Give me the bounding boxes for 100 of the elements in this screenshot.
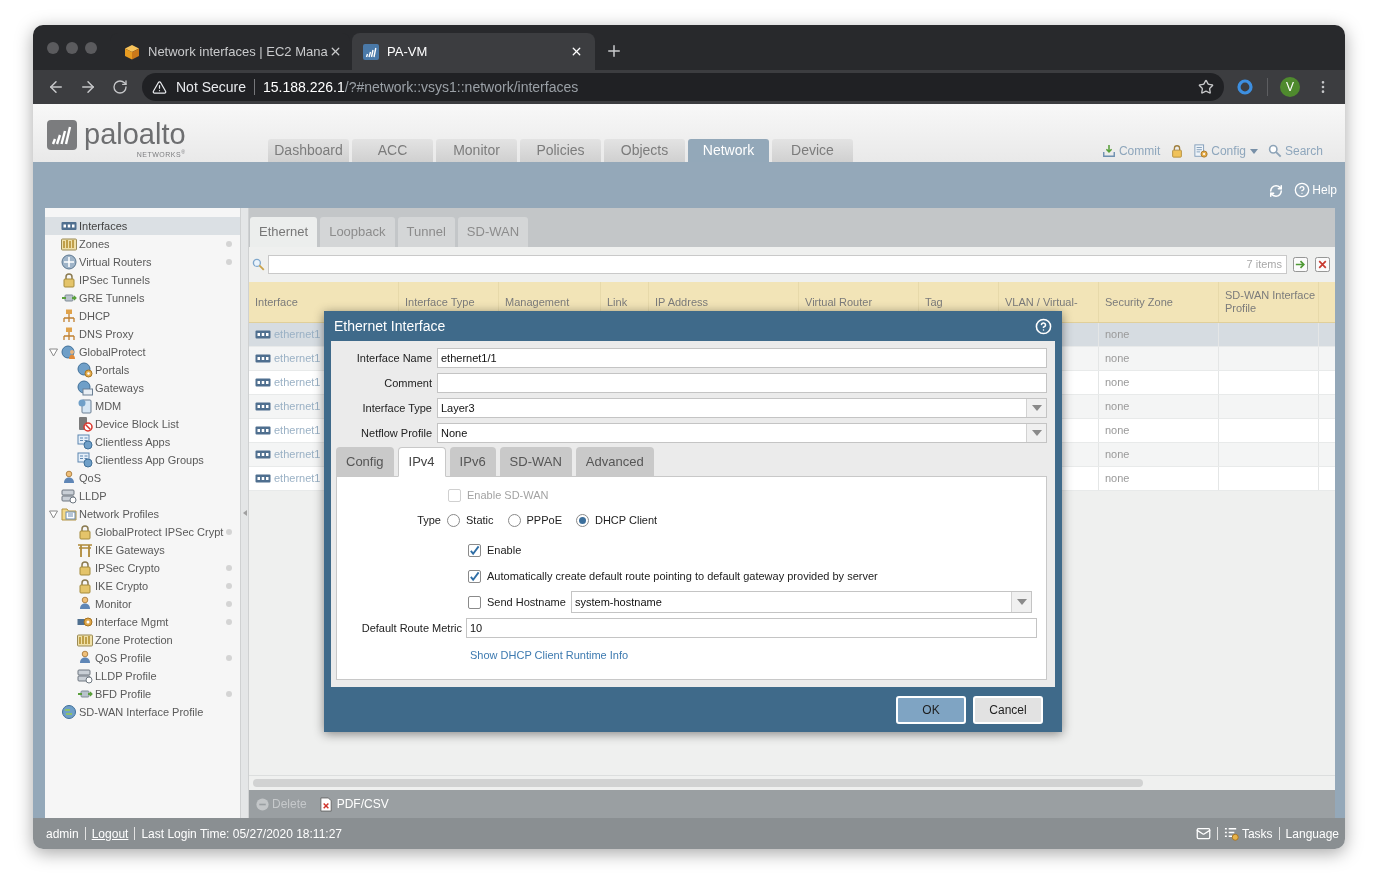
dropdown[interactable]: system-hostname: [571, 591, 1032, 613]
nav-tab[interactable]: Policies: [520, 139, 601, 162]
sidebar-item[interactable]: IKE Gateways: [45, 541, 240, 559]
cube-icon: [124, 43, 140, 60]
ok-button[interactable]: OK: [896, 695, 966, 724]
help-button[interactable]: Help: [1294, 181, 1337, 199]
text-field[interactable]: 10: [466, 618, 1037, 638]
sidebar-item[interactable]: LLDP Profile: [45, 667, 240, 685]
ring-icon[interactable]: [1237, 79, 1253, 95]
sidebar-item[interactable]: SD-WAN Interface Profile: [45, 703, 240, 721]
close-box-icon[interactable]: [1315, 257, 1330, 272]
sidebar-item[interactable]: GlobalProtect: [45, 343, 240, 361]
sidebar-item[interactable]: Clientless Apps: [45, 433, 240, 451]
scrollbar-thumb[interactable]: [253, 779, 1143, 787]
sidebar-item[interactable]: Interfaces: [45, 217, 240, 235]
logout-link[interactable]: Logout: [91, 824, 129, 843]
nav-tab[interactable]: Monitor: [436, 139, 517, 162]
reload-icon[interactable]: [112, 79, 128, 95]
sidebar-item[interactable]: Virtual Routers: [45, 253, 240, 271]
column-header[interactable]: Interface: [255, 295, 298, 309]
dialog-tab[interactable]: Advanced: [575, 447, 654, 476]
sidebar-item[interactable]: Interface Mgmt: [45, 613, 240, 631]
forward-icon[interactable]: [79, 78, 97, 96]
nav-tab[interactable]: Objects: [604, 139, 685, 162]
expanded-triangle-icon[interactable]: [49, 509, 58, 519]
sidebar-item[interactable]: Zone Protection: [45, 631, 240, 649]
sidebar-item[interactable]: IKE Crypto: [45, 577, 240, 595]
field-label: Interface Type: [361, 400, 432, 416]
profile-avatar[interactable]: V: [1280, 77, 1300, 97]
language-link[interactable]: Language: [1285, 824, 1339, 843]
dialog-tab[interactable]: IPv6: [449, 447, 496, 476]
close-icon[interactable]: [570, 45, 583, 58]
collapse-arrow-icon[interactable]: [242, 510, 247, 516]
export-button[interactable]: PDF/CSV: [318, 795, 389, 813]
cancel-button[interactable]: Cancel: [973, 695, 1043, 724]
sidebar-item[interactable]: LLDP: [45, 487, 240, 505]
radio-button[interactable]: [447, 513, 460, 527]
sidebar-item[interactable]: Network Profiles: [45, 505, 240, 523]
sidebar-item[interactable]: BFD Profile: [45, 685, 240, 703]
sidebar-item[interactable]: Gateways: [45, 379, 240, 397]
window-control-button[interactable]: [85, 41, 97, 54]
dropdown[interactable]: Layer3: [437, 398, 1047, 418]
checkbox[interactable]: [468, 595, 481, 609]
browser-tab[interactable]: PA-VM: [352, 33, 595, 70]
radio-button[interactable]: [507, 513, 521, 527]
interface-tab[interactable]: Ethernet: [250, 217, 318, 247]
nav-tab[interactable]: Device: [772, 139, 853, 162]
sidebar-item[interactable]: Clientless App Groups: [45, 451, 240, 469]
dialog-tab[interactable]: IPv4: [397, 447, 446, 477]
sidebar-item[interactable]: QoS Profile: [45, 649, 240, 667]
padlock-icon[interactable]: [1170, 144, 1185, 158]
back-icon[interactable]: [47, 78, 65, 96]
sidebar-item[interactable]: MDM: [45, 397, 240, 415]
sidebar-item[interactable]: IPSec Crypto: [45, 559, 240, 577]
expanded-triangle-icon[interactable]: [49, 347, 58, 357]
minus-circle-icon: [256, 797, 269, 811]
column-header[interactable]: Tag: [925, 295, 943, 309]
nav-tab[interactable]: ACC: [352, 139, 433, 162]
dialog-tab[interactable]: SD-WAN: [499, 447, 572, 476]
sidebar-item[interactable]: Zones: [45, 235, 240, 253]
checkbox[interactable]: [468, 569, 481, 583]
sidebar-item[interactable]: QoS: [45, 469, 240, 487]
sidebar-item[interactable]: GlobalProtect IPSec Crypt: [45, 523, 240, 541]
checkbox[interactable]: [468, 543, 481, 557]
sidebar-item[interactable]: Device Block List: [45, 415, 240, 433]
sidebar-item[interactable]: DNS Proxy: [45, 325, 240, 343]
refresh-icon[interactable]: [1269, 184, 1284, 198]
close-icon[interactable]: [329, 45, 342, 58]
column-header[interactable]: Interface Type: [405, 295, 475, 309]
star-icon[interactable]: [1198, 79, 1214, 95]
column-header[interactable]: VLAN / Virtual-: [1005, 295, 1078, 309]
filter-field[interactable]: 7 items: [268, 255, 1287, 274]
search-icon: [1267, 144, 1282, 158]
nav-tab[interactable]: Dashboard: [268, 139, 349, 162]
mail-icon[interactable]: [1195, 826, 1211, 841]
runtime-info-link[interactable]: Show DHCP Client Runtime Info: [470, 646, 629, 664]
text-field[interactable]: [437, 373, 1047, 393]
sidebar-item[interactable]: IPSec Tunnels: [45, 271, 240, 289]
sidebar-item[interactable]: DHCP: [45, 307, 240, 325]
radio-button[interactable]: [576, 513, 589, 527]
dialog-tab[interactable]: Config: [336, 447, 394, 476]
column-header[interactable]: SD-WAN Interface Profile: [1225, 289, 1316, 315]
column-header[interactable]: Security Zone: [1105, 295, 1173, 309]
sidebar-item[interactable]: Monitor: [45, 595, 240, 613]
window-control-button[interactable]: [66, 41, 78, 54]
column-header[interactable]: Management: [505, 295, 570, 309]
column-header[interactable]: IP Address: [655, 295, 708, 309]
column-header[interactable]: Link: [607, 295, 628, 309]
tasks-button[interactable]: Tasks: [1223, 824, 1273, 843]
text-field[interactable]: ethernet1/1: [437, 348, 1047, 368]
sidebar-item[interactable]: Portals: [45, 361, 240, 379]
sidebar-item[interactable]: GRE Tunnels: [45, 289, 240, 307]
window-control-button[interactable]: [47, 41, 59, 54]
arrow-right-box-icon[interactable]: [1293, 257, 1308, 272]
dropdown[interactable]: None: [437, 423, 1047, 443]
address-bar[interactable]: Not Secure 15.188.226.1/?#network::vsys1::network/interfaces: [142, 73, 1224, 101]
column-header[interactable]: Virtual Router: [805, 295, 873, 309]
nav-tab[interactable]: Network: [688, 139, 769, 162]
security-zone-text: none: [1105, 375, 1130, 391]
help-icon[interactable]: [1035, 317, 1052, 335]
